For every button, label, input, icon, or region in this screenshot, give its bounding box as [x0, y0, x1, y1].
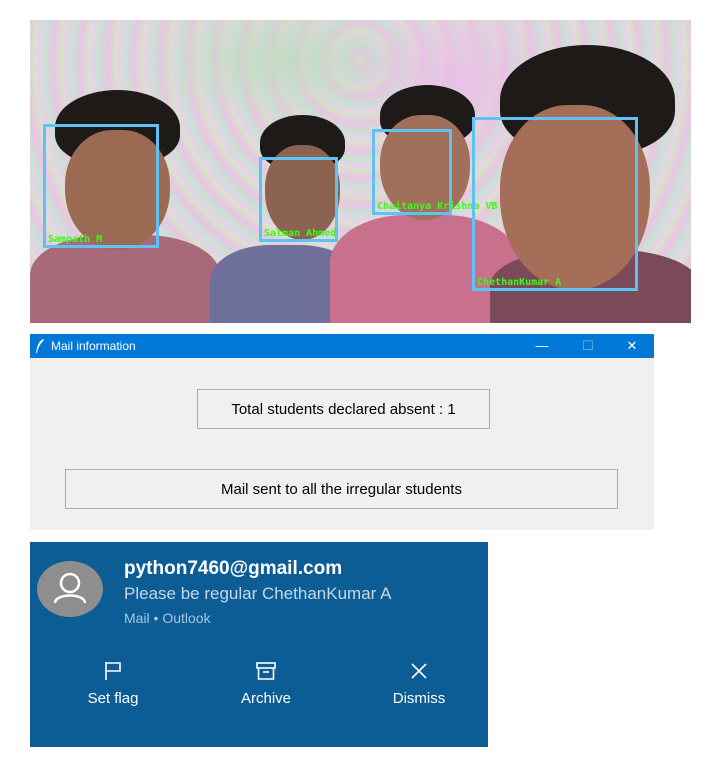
set-flag-label: Set flag [87, 690, 139, 707]
notification-message: Please be regular ChethanKumar A [124, 584, 392, 603]
window-title: Mail information [51, 339, 136, 353]
maximize-button[interactable]: ☐ [566, 334, 610, 358]
feather-icon [36, 339, 44, 353]
dismiss-label: Dismiss [392, 690, 446, 707]
absent-count-button[interactable]: Total students declared absent : 1 [197, 389, 490, 429]
notification-sender: python7460@gmail.com [124, 558, 343, 579]
face-label: Salman Ahmed [264, 228, 337, 239]
minimize-button[interactable]: — [520, 334, 564, 358]
set-flag-button[interactable]: Set flag [43, 660, 183, 708]
archive-icon [256, 662, 276, 680]
flag-icon [105, 662, 121, 680]
dismiss-button[interactable]: Dismiss [349, 660, 489, 708]
window-titlebar[interactable]: Mail information — ☐ ✕ [30, 334, 654, 358]
face-box-2: Salman Ahmed [259, 157, 338, 242]
face-recognition-photo: Sampath M Salman Ahmed Chaitanya Krishna… [30, 20, 691, 323]
archive-button[interactable]: Archive [196, 660, 336, 708]
close-button[interactable]: ✕ [610, 334, 654, 358]
face-box-1: Sampath M [43, 124, 159, 248]
face-box-4: ChethanKumar A [472, 117, 638, 291]
face-label: Sampath M [48, 234, 103, 245]
mail-notification-toast[interactable]: python7460@gmail.com Please be regular C… [30, 542, 488, 747]
mail-sent-button[interactable]: Mail sent to all the irregular students [65, 469, 618, 509]
notification-app-source: Mail • Outlook [124, 610, 211, 626]
face-box-3: Chaitanya Krishna VB [372, 129, 497, 215]
close-icon [411, 663, 427, 679]
archive-label: Archive [240, 690, 292, 707]
user-avatar-icon [37, 561, 103, 617]
mail-information-window: Mail information — ☐ ✕ Total students de… [30, 334, 654, 530]
face-label: ChethanKumar A [477, 277, 562, 288]
